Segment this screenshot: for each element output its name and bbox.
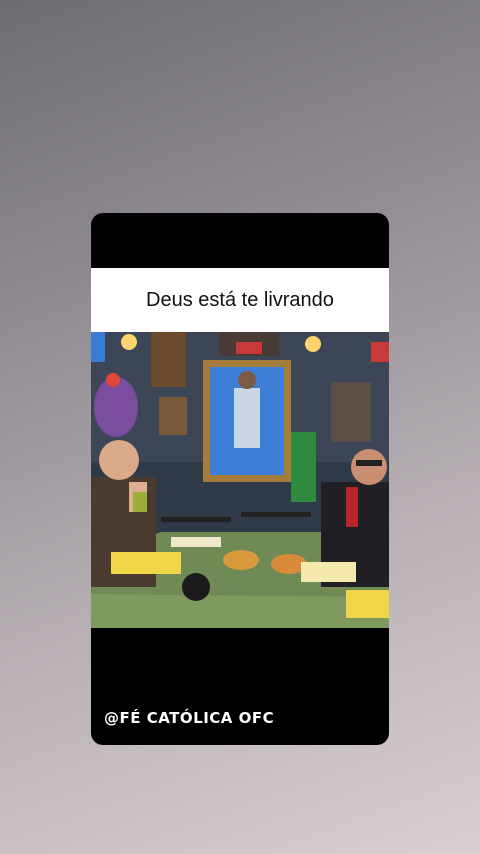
watermark-text: @FÉ CATÓLICA OFC [104, 709, 275, 727]
caption-text: Deus está te livrando [146, 288, 334, 311]
caption-bar: Deus está te livrando [91, 268, 389, 332]
video-card[interactable]: Deus está te livrando @FÉ CATÓLICA OFC [91, 213, 389, 745]
podcast-scene-image [91, 332, 389, 628]
video-frame[interactable] [91, 332, 389, 628]
